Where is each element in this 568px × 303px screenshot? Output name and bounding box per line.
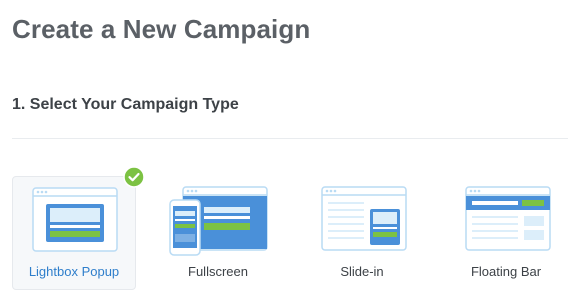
slide-in-icon xyxy=(321,186,407,251)
campaign-type-label: Fullscreen xyxy=(188,264,248,279)
page-title: Create a New Campaign xyxy=(12,14,311,44)
step-title: 1. Select Your Campaign Type xyxy=(12,96,239,113)
check-icon xyxy=(123,166,145,188)
lightbox-popup-icon xyxy=(32,187,118,252)
campaign-type-label: Slide-in xyxy=(340,264,384,279)
campaign-page: Create a New Campaign 1. Select Your Cam… xyxy=(0,0,568,303)
floating-bar-icon xyxy=(465,186,551,251)
campaign-type-label: Floating Bar xyxy=(470,264,542,279)
campaign-type-label: Lightbox Popup xyxy=(28,264,120,279)
fullscreen-icon xyxy=(169,186,268,256)
divider xyxy=(12,138,568,139)
